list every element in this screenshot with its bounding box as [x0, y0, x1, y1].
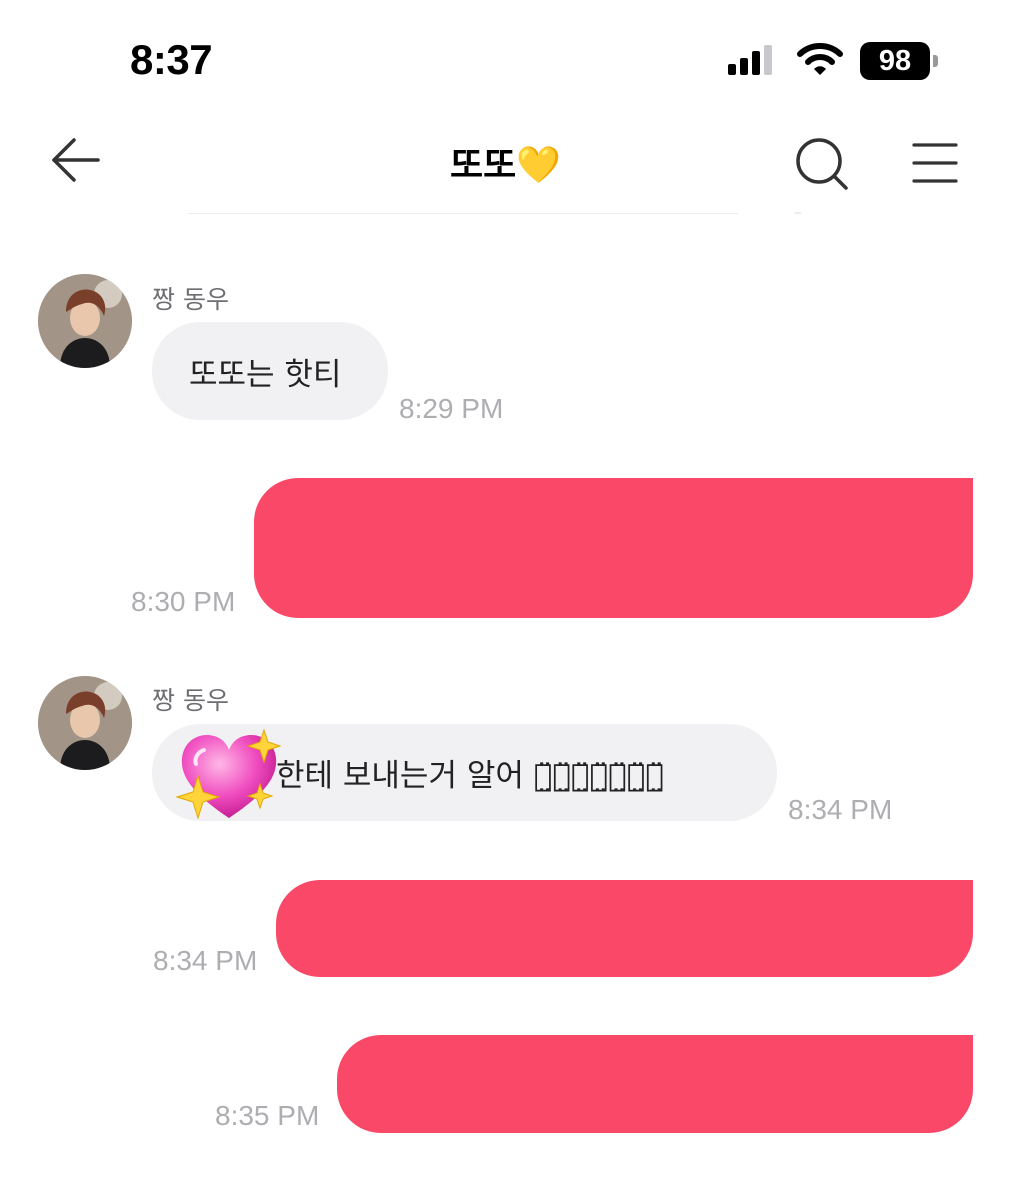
- menu-icon[interactable]: [908, 138, 962, 188]
- outgoing-message-bubble[interactable]: [337, 1035, 973, 1133]
- sender-avatar[interactable]: [38, 274, 132, 368]
- search-icon[interactable]: [792, 134, 852, 194]
- wifi-icon: [797, 43, 843, 75]
- sender-name: 짱 동우: [152, 285, 229, 314]
- header-divider-mark: [795, 212, 801, 214]
- battery-indicator: 98: [860, 42, 940, 80]
- battery-tip: [933, 55, 938, 67]
- status-time: 8:37: [130, 36, 213, 83]
- battery-level: 98: [878, 45, 912, 77]
- outgoing-message-bubble[interactable]: [254, 478, 973, 618]
- message-timestamp: 8:34 PM: [788, 794, 893, 825]
- message-text: 한테 보내는거 알어 ㅋ̤̈ㅋ̤̈ㅋ̤̈ㅋ̤̈ㅋ̤̈ㅋ̤̈ㅋ̤̈: [276, 758, 664, 794]
- message-text: 또또는 핫티: [189, 356, 342, 393]
- sender-name: 짱 동우: [152, 686, 229, 715]
- signal-icon: [728, 45, 772, 75]
- message-timestamp: 8:29 PM: [399, 393, 504, 424]
- chat-title: 또또💛: [0, 136, 1011, 188]
- sparkling-heart-icon: [176, 728, 282, 820]
- sender-avatar[interactable]: [38, 676, 132, 770]
- outgoing-message-bubble[interactable]: [276, 880, 973, 977]
- incoming-message-bubble[interactable]: 또또는 핫티: [152, 322, 388, 420]
- chat-screen: 8:37 98 또또💛 짱 동우 또또는 핫티 8:29 PM 8:30 PM …: [0, 0, 1011, 1200]
- message-timestamp: 8:34 PM: [153, 945, 258, 976]
- message-timestamp: 8:35 PM: [215, 1100, 320, 1131]
- yellow-heart-icon: 💛: [516, 145, 562, 186]
- chat-title-text: 또또: [449, 145, 517, 186]
- header-divider: [188, 213, 738, 214]
- message-timestamp: 8:30 PM: [131, 586, 236, 617]
